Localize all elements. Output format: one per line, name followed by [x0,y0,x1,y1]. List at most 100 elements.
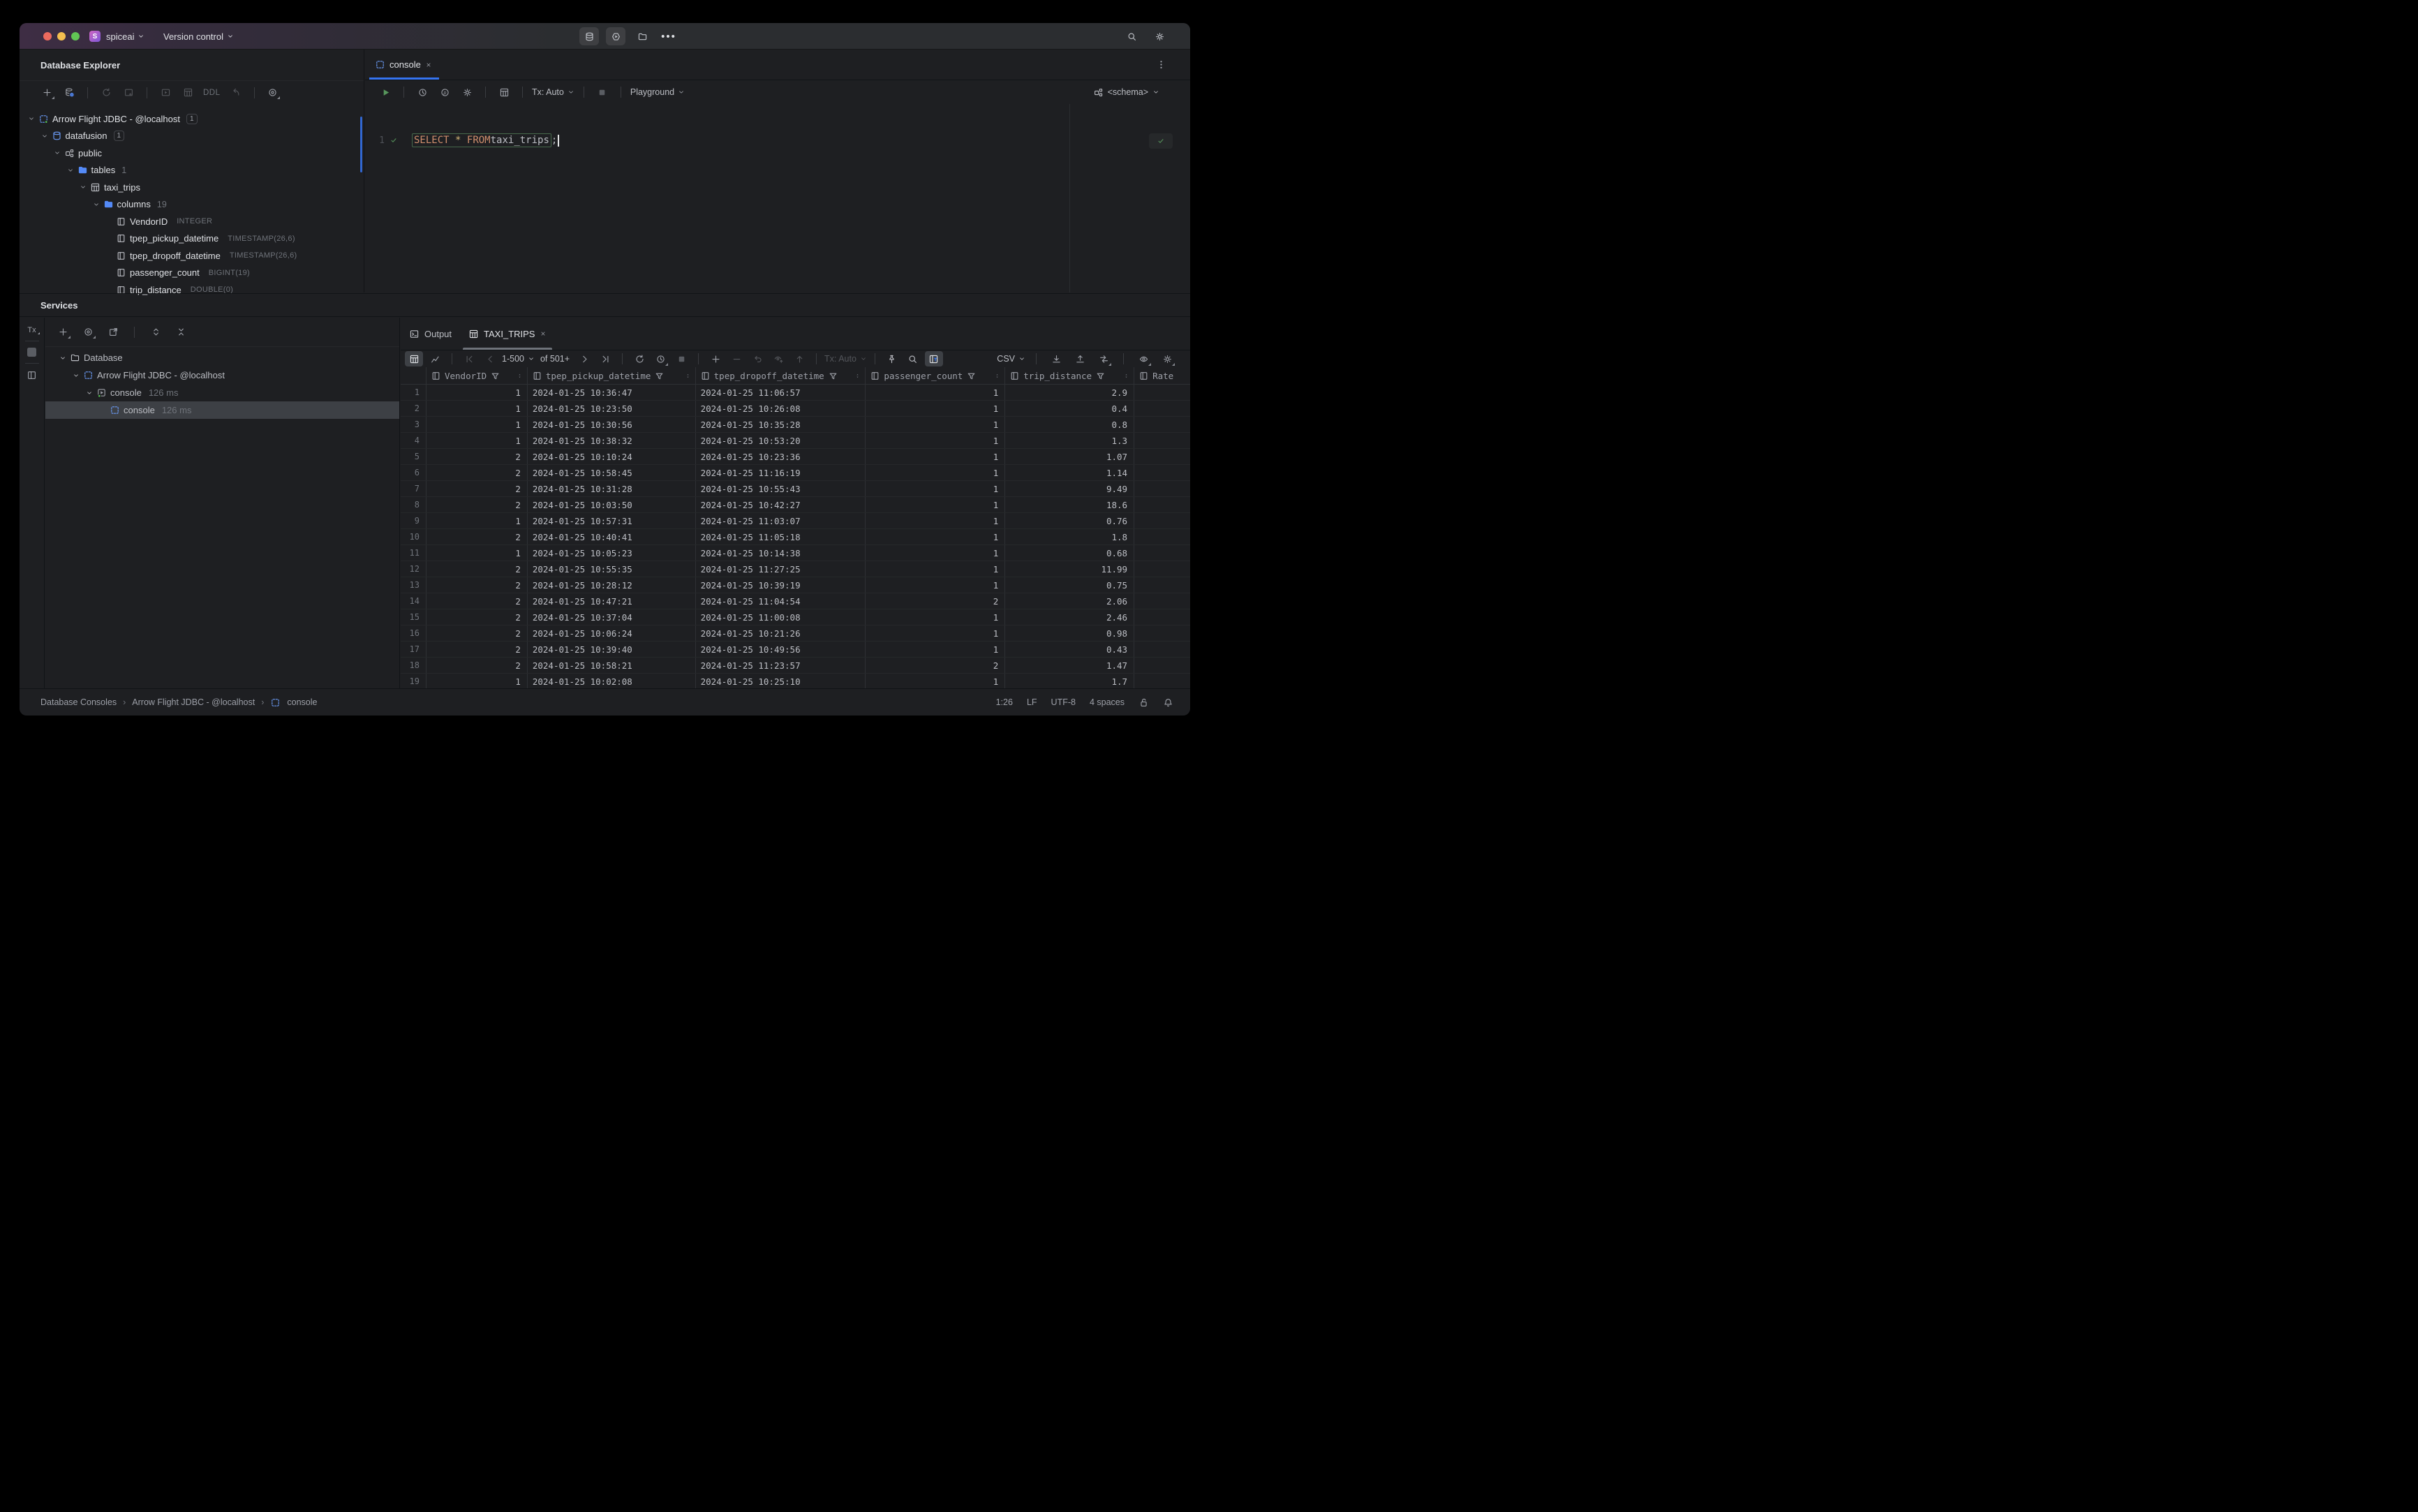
grid-cell[interactable]: 2024-01-25 10:06:24 [528,625,696,641]
sort-arrows-icon[interactable] [685,373,691,379]
grid-cell[interactable]: 2024-01-25 10:36:47 [528,385,696,400]
tree-item[interactable]: public [20,144,364,162]
grid-cell[interactable]: 1 [866,401,1006,416]
chevron-down-icon[interactable] [67,167,74,174]
grid-cell[interactable] [1134,401,1190,416]
project-menu[interactable]: spiceai [106,23,144,50]
grid-cell[interactable] [1134,642,1190,657]
table-row[interactable]: 16 2 2024-01-25 10:06:24 2024-01-25 10:21:2… [401,625,1190,642]
open-table-button[interactable] [179,84,197,101]
grid-cell[interactable]: 2024-01-25 10:03:50 [528,497,696,512]
code-line[interactable]: 1 SELECT * FROM taxi_trips; [365,132,559,149]
row-number[interactable]: 15 [401,609,427,625]
grid-cell[interactable]: 1 [866,642,1006,657]
close-icon[interactable] [425,61,432,68]
grid-cell[interactable]: 1 [866,433,1006,448]
grid-cell[interactable]: 2024-01-25 11:05:18 [696,529,866,544]
tree-item[interactable]: Arrow Flight JDBC - @localhost 1 [20,110,364,128]
tx-toggle-button[interactable]: Tx [27,326,40,334]
table-row[interactable]: 9 1 2024-01-25 10:57:31 2024-01-25 11:03:07… [401,513,1190,529]
grid-cell[interactable]: 9.49 [1005,481,1135,496]
grid-cell[interactable]: 1 [427,513,528,528]
grid-cell[interactable]: 2 [866,593,1006,609]
row-number[interactable]: 6 [401,465,427,480]
chevron-down-icon[interactable] [59,355,66,362]
grid-cell[interactable]: 0.8 [1005,417,1135,432]
table-view-button[interactable] [405,351,423,366]
lock-open-icon[interactable] [1138,697,1149,708]
grid-cell[interactable]: 2024-01-25 10:05:23 [528,545,696,561]
grid-cell[interactable]: 2 [427,658,528,673]
grid-cell[interactable]: 2024-01-25 10:58:21 [528,658,696,673]
grid-cell[interactable]: 1 [866,513,1006,528]
grid-cell[interactable]: 1 [866,497,1006,512]
grid-cell[interactable] [1134,658,1190,673]
add-row-button[interactable] [706,351,725,366]
breadcrumb-item[interactable]: Arrow Flight JDBC - @localhost [132,697,255,707]
grid-cell[interactable]: 2 [427,449,528,464]
line-ending[interactable]: LF [1027,697,1037,707]
grid-cell[interactable]: 2024-01-25 10:25:10 [696,674,866,688]
history-button[interactable] [413,84,431,101]
more-tools-button[interactable]: ••• [659,27,678,45]
grid-cell[interactable]: 1.07 [1005,449,1135,464]
tree-item[interactable]: console 126 ms [45,384,399,401]
grid-cell[interactable]: 2 [866,658,1006,673]
chart-view-button[interactable] [426,351,444,366]
view-options-button[interactable] [79,324,97,341]
grid-cell[interactable]: 11.99 [1005,561,1135,577]
grid-cell[interactable]: 2024-01-25 10:39:40 [528,642,696,657]
tree-item[interactable]: passenger_count BIGINT(19) [20,265,364,282]
grid-cell[interactable] [1134,497,1190,512]
grid-cell[interactable]: 0.98 [1005,625,1135,641]
grid-cell[interactable]: 2024-01-25 10:23:36 [696,449,866,464]
table-row[interactable]: 11 1 2024-01-25 10:05:23 2024-01-25 10:14:3… [401,545,1190,561]
expand-all-button[interactable] [147,324,165,341]
stop-process-button[interactable] [27,348,36,357]
version-control-menu[interactable]: Version control [163,23,234,50]
tree-item[interactable]: Arrow Flight JDBC - @localhost [45,366,399,384]
grid-cell[interactable]: 2024-01-25 10:55:35 [528,561,696,577]
console-settings-button[interactable] [458,84,476,101]
table-row[interactable]: 7 2 2024-01-25 10:31:28 2024-01-25 10:55:43… [401,481,1190,497]
grid-column-header[interactable]: tpep_pickup_datetime [528,367,696,384]
collapse-all-button[interactable] [172,324,190,341]
explorer-scrollbar[interactable] [360,117,362,172]
grid-cell[interactable]: 2024-01-25 10:38:32 [528,433,696,448]
row-number[interactable]: 8 [401,497,427,512]
run-widget-button[interactable] [606,27,625,45]
grid-cell[interactable]: 1 [866,449,1006,464]
table-row[interactable]: 15 2 2024-01-25 10:37:04 2024-01-25 11:00:0… [401,609,1190,625]
filter-funnel-icon[interactable] [654,371,665,381]
grid-cell[interactable]: 2024-01-25 10:31:28 [528,481,696,496]
auto-refresh-button[interactable] [651,351,669,366]
row-number[interactable]: 19 [401,674,427,688]
last-page-button[interactable] [596,351,614,366]
table-row[interactable]: 8 2 2024-01-25 10:03:50 2024-01-25 10:42:27… [401,497,1190,513]
table-row[interactable]: 18 2 2024-01-25 10:58:21 2024-01-25 11:23:5… [401,658,1190,674]
bell-icon[interactable] [1163,697,1173,708]
grid-cell[interactable]: 0.76 [1005,513,1135,528]
grid-cell[interactable]: 2.9 [1005,385,1135,400]
grid-cell[interactable]: 1 [427,385,528,400]
zoom-window-button[interactable] [71,32,80,40]
grid-cell[interactable]: 1.47 [1005,658,1135,673]
grid-cell[interactable] [1134,625,1190,641]
row-number[interactable]: 16 [401,625,427,641]
grid-column-header[interactable]: passenger_count [866,367,1006,384]
grid-cell[interactable]: 1 [866,561,1006,577]
grid-cell[interactable]: 1 [866,545,1006,561]
encoding[interactable]: UTF-8 [1051,697,1076,707]
grid-cell[interactable]: 2 [427,529,528,544]
table-row[interactable]: 12 2 2024-01-25 10:55:35 2024-01-25 11:27:2… [401,561,1190,577]
table-row[interactable]: 5 2 2024-01-25 10:10:24 2024-01-25 10:23:36… [401,449,1190,465]
grid-cell[interactable]: 1 [427,433,528,448]
grid-cell[interactable]: 2024-01-25 11:06:57 [696,385,866,400]
row-number[interactable]: 12 [401,561,427,577]
submit-button[interactable] [790,351,808,366]
jump-to-console-button[interactable] [156,84,175,101]
grid-cell[interactable]: 1 [866,529,1006,544]
compare-button[interactable] [1095,351,1113,366]
grid-cell[interactable] [1134,545,1190,561]
reload-page-button[interactable] [630,351,648,366]
